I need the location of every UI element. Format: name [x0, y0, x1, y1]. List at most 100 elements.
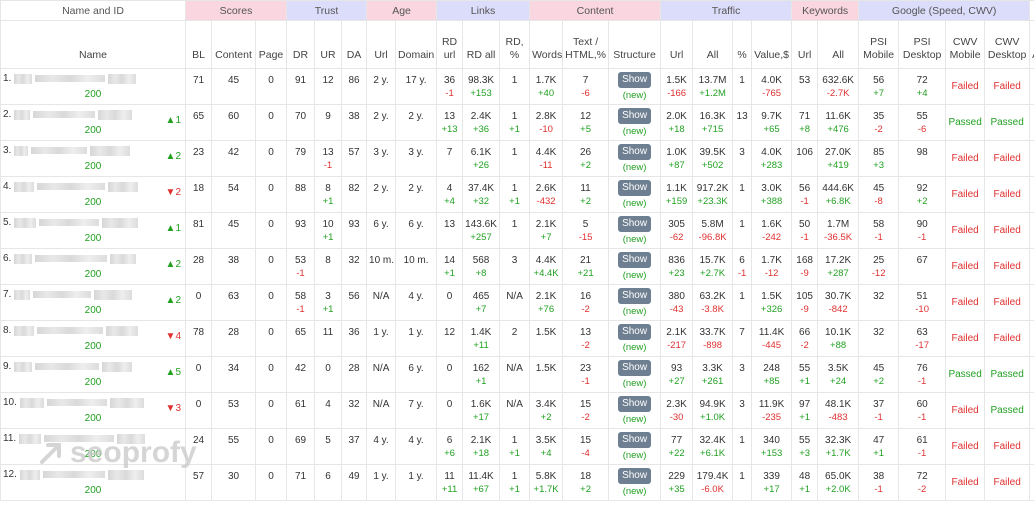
- show-structure-button[interactable]: Show: [618, 179, 652, 196]
- cell-psi-desktop-value: 63: [916, 326, 928, 338]
- col-traffic-all[interactable]: All: [692, 20, 734, 69]
- name-cell[interactable]: 3. 200 ▲2: [0, 140, 186, 177]
- col-cwv-mobile[interactable]: CWV Mobile: [945, 20, 986, 69]
- table-row[interactable]: 10. 200 ▼3 0 53 0 61 4 32 N/A 7 y. 0 1.6K +17 N/A 3.4K +…: [0, 392, 1034, 429]
- name-cell[interactable]: 6. 200 ▲2: [0, 248, 186, 285]
- new-label[interactable]: (new): [611, 449, 658, 462]
- name-cell[interactable]: 7. 200 ▲2: [0, 284, 186, 321]
- table-row[interactable]: 8. 200 ▼4 78 28 0 65 11 36 1 y. 1 y. 12 1.4K +11 2 1.5K…: [0, 320, 1034, 357]
- col-dr[interactable]: DR: [286, 20, 315, 69]
- cell-cwv-desktop: Passed: [984, 392, 1031, 429]
- show-structure-button[interactable]: Show: [618, 143, 652, 160]
- table-row[interactable]: 12. 200 57 30 0 71 6 49 1 y. 1 y. 11 +11 11.4K +67 1 +1…: [0, 464, 1034, 501]
- status-code: 200: [84, 377, 102, 388]
- col-bl[interactable]: BL: [185, 20, 212, 69]
- redacted-name-block: [14, 325, 35, 336]
- cell-traffic-pct: 3: [732, 140, 753, 177]
- name-cell[interactable]: 5. 200 ▲1: [0, 212, 186, 249]
- name-cell[interactable]: 2. 200 ▲1: [0, 104, 186, 141]
- table-row[interactable]: 3. 200 ▲2 23 42 0 79 13 -1 57 3 y. 3 y. 7 6.1K +26 1 4.4…: [0, 140, 1034, 177]
- show-structure-button[interactable]: Show: [618, 215, 652, 232]
- show-structure-button[interactable]: Show: [618, 431, 652, 448]
- cell-traffic-value: 248 +85: [751, 356, 793, 393]
- delta-value: [439, 159, 460, 172]
- table-row[interactable]: 9. 200 ▲5 0 34 0 42 0 28 N/A 6 y. 0 162 +1 N/A 1.5K 23 -1…: [0, 356, 1034, 393]
- delta-value: [188, 339, 209, 352]
- name-cell[interactable]: 9. 200 ▲5: [0, 356, 186, 393]
- show-structure-button[interactable]: Show: [618, 395, 652, 412]
- new-label[interactable]: (new): [611, 413, 658, 426]
- col-age-url[interactable]: Url: [366, 20, 397, 69]
- cell-page-value: 0: [268, 254, 274, 266]
- new-label[interactable]: (new): [611, 269, 658, 282]
- cell-content-score: 63: [211, 284, 256, 321]
- cell-psi-mobile-value: 37: [873, 398, 885, 410]
- delta-value: +7: [540, 231, 552, 243]
- cell-traffic-all-value: 917.2K: [696, 182, 729, 194]
- col-traffic-pct[interactable]: %: [732, 20, 753, 69]
- col-psi-desktop[interactable]: PSI Desktop: [898, 20, 947, 69]
- cell-content-score: 54: [211, 176, 256, 213]
- new-label[interactable]: (new): [611, 125, 658, 138]
- new-label[interactable]: (new): [611, 233, 658, 246]
- delta-value: -2: [917, 483, 927, 495]
- name-cell[interactable]: 11. 200: [0, 428, 186, 465]
- col-age-domain[interactable]: Domain: [395, 20, 438, 69]
- col-name[interactable]: Name: [0, 20, 186, 69]
- col-rd-pct[interactable]: RD, %: [499, 20, 531, 69]
- show-structure-button[interactable]: Show: [618, 467, 652, 484]
- new-label[interactable]: (new): [611, 377, 658, 390]
- name-cell[interactable]: 8. 200 ▼4: [0, 320, 186, 357]
- col-structure[interactable]: Structure: [608, 20, 662, 69]
- col-traffic-url[interactable]: Url: [660, 20, 694, 69]
- name-cell[interactable]: 1. 200: [0, 68, 186, 105]
- col-rd-all[interactable]: RD all: [462, 20, 501, 69]
- show-structure-button[interactable]: Show: [618, 359, 652, 376]
- triangle-up-icon: ▲: [165, 295, 176, 306]
- delta-value: [794, 159, 815, 172]
- delta-value: +388: [760, 195, 783, 207]
- show-structure-button[interactable]: Show: [618, 71, 652, 88]
- col-words[interactable]: Words: [529, 20, 564, 69]
- name-cell[interactable]: 10. 200 ▼3: [0, 392, 186, 429]
- col-content-score[interactable]: Content: [211, 20, 256, 69]
- cell-ur-value: 13: [322, 146, 334, 158]
- delta-value: [344, 339, 364, 352]
- new-label[interactable]: (new): [611, 89, 658, 102]
- cell-text-html: 11 +2: [562, 176, 610, 213]
- show-structure-button[interactable]: Show: [618, 323, 652, 340]
- new-label[interactable]: (new): [611, 197, 658, 210]
- col-psi-mobile[interactable]: PSI Mobile: [858, 20, 900, 69]
- table-row[interactable]: 7. 200 ▲2 0 63 0 58 -1 3 +1 56 N/A 4 y. 0 465 +7 N/A 2.1K…: [0, 284, 1034, 321]
- name-cell[interactable]: 4. 200 ▼2: [0, 176, 186, 213]
- new-label[interactable]: (new): [611, 305, 658, 318]
- new-label[interactable]: (new): [611, 161, 658, 174]
- col-keywords-url[interactable]: Url: [791, 20, 819, 69]
- cell-dr-value: 69: [294, 434, 307, 446]
- col-rd-url[interactable]: RD url: [436, 20, 464, 69]
- table-row[interactable]: 11. 200 24 55 0 69 5 37 4 y. 4 y. 6 +6 2.1K +18 1 +1 3.5…: [0, 428, 1034, 465]
- new-label[interactable]: (new): [611, 485, 658, 498]
- col-ur[interactable]: UR: [314, 20, 342, 69]
- col-cwv-desktop[interactable]: CWV Desktop: [984, 20, 1031, 69]
- col-text-html[interactable]: Text / HTML,%: [562, 20, 610, 69]
- cell-rd-all-value: 162: [472, 362, 490, 374]
- col-traffic-value[interactable]: Value,$: [751, 20, 793, 69]
- cell-psi-desktop: 76 -1: [898, 356, 947, 393]
- table-row[interactable]: 2. 200 ▲1 65 60 0 70 9 38 2 y. 2 y. 13 +13 2.4K +36 1 +1…: [0, 104, 1034, 141]
- table-row[interactable]: 5. 200 ▲1 81 45 0 93 10 +1 93 6 y. 6 y. 13 143.6K +257…: [0, 212, 1034, 249]
- table-row[interactable]: 6. 200 ▲2 28 38 0 53 -1 8 32 10 m. 10 m. 14 +1 568 +8 3 4…: [0, 248, 1034, 285]
- col-page[interactable]: Page: [255, 20, 287, 69]
- col-keywords-all[interactable]: All: [817, 20, 860, 69]
- show-structure-button[interactable]: Show: [618, 287, 652, 304]
- delta-value: [398, 411, 434, 424]
- cell-traffic-value: 11.4K -445: [751, 320, 793, 357]
- name-cell[interactable]: 12. 200: [0, 464, 186, 501]
- show-structure-button[interactable]: Show: [618, 251, 652, 268]
- new-label[interactable]: (new): [611, 341, 658, 354]
- show-structure-button[interactable]: Show: [618, 107, 652, 124]
- table-row[interactable]: 4. 200 ▼2 18 54 0 88 8 +1 82 2 y. 2 y. 4 +4 37.4K +32 1 +…: [0, 176, 1034, 213]
- table-row[interactable]: 1. 200 71 45 0 91 12 86 2 y. 17 y. 36 -1 98.3K +153 1 1…: [0, 68, 1034, 105]
- col-da[interactable]: DA: [340, 20, 368, 69]
- delta-value: -9: [800, 267, 809, 279]
